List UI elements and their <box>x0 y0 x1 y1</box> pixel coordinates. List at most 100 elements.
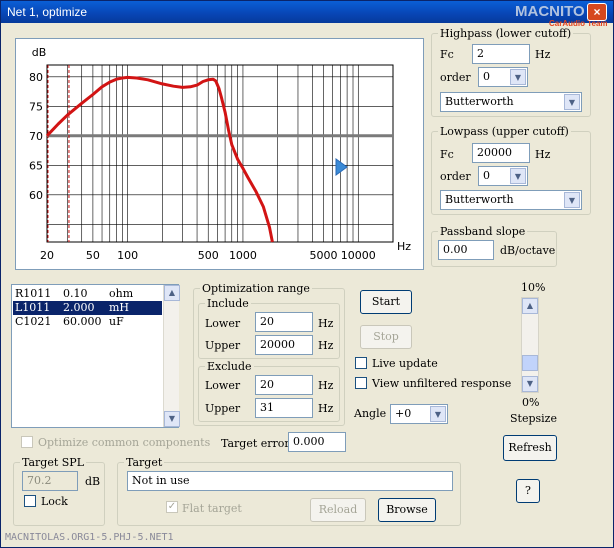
status-text: MACNITOLAS.ORG1-5.PHJ-5.NET1 <box>5 532 174 543</box>
lowpass-type-value: Butterworth <box>445 193 514 206</box>
exclude-lower-label: Lower <box>205 379 241 392</box>
stepsize-top-label: 10% <box>521 281 546 294</box>
x-axis-label: Hz <box>397 240 411 253</box>
browse-button[interactable]: Browse <box>378 498 436 522</box>
highpass-group: Highpass (lower cutoff) Fc 2 Hz order 0 ▼… <box>431 27 591 117</box>
passband-group: Passband slope 0.00 dB/octave <box>431 225 557 267</box>
live-update-label: Live update <box>372 357 438 370</box>
x-tick-label: 20 <box>40 249 54 262</box>
stepsize-bottom-label: 0% <box>522 396 540 409</box>
stepsize-scrollbar[interactable]: ▲ ▼ <box>521 297 539 393</box>
exclude-lower-input[interactable]: 20 <box>255 375 313 395</box>
live-update-checkbox[interactable] <box>355 357 367 369</box>
frequency-response-chart: 80 75 70 65 60 dB 20 50 100 500 1000 5000 10000 Hz <box>15 38 424 270</box>
target-file-input[interactable]: Not in use <box>127 471 453 491</box>
passband-unit: dB/octave <box>500 244 556 257</box>
list-scrollbar[interactable]: ▲ ▼ <box>163 285 180 427</box>
exclude-upper-input[interactable]: 31 <box>255 398 313 418</box>
include-group: Include Lower 20 Hz Upper 20000 Hz <box>198 297 340 359</box>
target-group: Target Not in use ✓ Flat target Reload B… <box>117 456 461 526</box>
include-lower-unit: Hz <box>318 317 334 330</box>
passband-title: Passband slope <box>438 225 528 238</box>
passband-slope-input[interactable]: 0.00 <box>438 240 494 260</box>
lowpass-order-label: order <box>440 170 471 183</box>
target-title: Target <box>124 456 165 469</box>
optimization-range-title: Optimization range <box>200 282 312 295</box>
x-tick-label: 100 <box>117 249 138 262</box>
target-error-input[interactable]: 0.000 <box>288 432 346 452</box>
y-tick-label: 70 <box>29 130 43 143</box>
highpass-type-value: Butterworth <box>445 95 514 108</box>
lowpass-fc-label: Fc <box>440 148 454 161</box>
exclude-lower-unit: Hz <box>318 379 334 392</box>
highpass-order-value: 0 <box>483 70 490 83</box>
close-icon[interactable]: × <box>587 3 607 21</box>
scroll-down-icon[interactable]: ▼ <box>522 376 538 392</box>
x-tick-label: 1000 <box>229 249 257 262</box>
view-unfiltered-label: View unfiltered response <box>372 377 512 390</box>
highpass-title: Highpass (lower cutoff) <box>438 27 574 40</box>
y-axis-label: dB <box>32 46 47 59</box>
highpass-order-select[interactable]: 0 ▼ <box>478 67 528 87</box>
chevron-down-icon[interactable]: ▼ <box>510 69 526 85</box>
flat-target-label: Flat target <box>182 502 242 515</box>
highpass-fc-input[interactable]: 2 <box>472 44 530 64</box>
chevron-down-icon[interactable]: ▼ <box>564 192 580 208</box>
highpass-fc-label: Fc <box>440 48 454 61</box>
stop-button[interactable]: Stop <box>360 325 412 349</box>
optimization-range-group: Optimization range Include Lower 20 Hz U… <box>193 282 345 426</box>
angle-label: Angle <box>354 407 387 420</box>
stepsize-label: Stepsize <box>510 412 557 425</box>
scroll-down-icon[interactable]: ▼ <box>164 411 180 427</box>
exclude-group: Exclude Lower 20 Hz Upper 31 Hz <box>198 360 340 422</box>
include-lower-input[interactable]: 20 <box>255 312 313 332</box>
angle-select[interactable]: +0 ▼ <box>390 404 448 424</box>
exclude-upper-label: Upper <box>205 402 241 415</box>
target-spl-unit: dB <box>85 475 101 488</box>
lowpass-fc-input[interactable]: 20000 <box>472 143 530 163</box>
include-lower-label: Lower <box>205 317 241 330</box>
watermark-logo: MACNITO <box>515 3 585 20</box>
chevron-down-icon[interactable]: ▼ <box>510 168 526 184</box>
target-spl-input[interactable]: 70.2 <box>22 471 78 491</box>
highpass-type-select[interactable]: Butterworth ▼ <box>440 92 582 112</box>
target-spl-group: Target SPL 70.2 dB Lock <box>13 456 105 526</box>
target-error-label: Target error <box>221 437 290 450</box>
lock-label: Lock <box>41 495 68 508</box>
scroll-up-icon[interactable]: ▲ <box>164 285 180 301</box>
help-button[interactable]: ? <box>516 479 540 503</box>
highpass-fc-unit: Hz <box>535 48 551 61</box>
lowpass-type-select[interactable]: Butterworth ▼ <box>440 190 582 210</box>
include-upper-label: Upper <box>205 339 241 352</box>
list-item[interactable]: R1011 0.10 ohm <box>13 287 162 301</box>
flat-target-checkbox[interactable]: ✓ <box>166 501 178 513</box>
view-unfiltered-checkbox[interactable] <box>355 377 367 389</box>
include-upper-input[interactable]: 20000 <box>255 335 313 355</box>
lowpass-order-select[interactable]: 0 ▼ <box>478 166 528 186</box>
lowpass-fc-unit: Hz <box>535 148 551 161</box>
scroll-up-icon[interactable]: ▲ <box>522 298 538 314</box>
y-tick-label: 75 <box>29 100 43 113</box>
y-tick-label: 65 <box>29 159 43 172</box>
exclude-title: Exclude <box>205 360 254 373</box>
angle-value: +0 <box>395 407 412 420</box>
lowpass-title: Lowpass (upper cutoff) <box>438 125 571 138</box>
y-tick-label: 60 <box>29 189 43 202</box>
optimize-common-checkbox[interactable] <box>21 436 33 448</box>
x-tick-label: 50 <box>86 249 100 262</box>
reload-button[interactable]: Reload <box>310 498 366 522</box>
list-item-selected[interactable]: L1011 2.000 mH <box>13 301 162 315</box>
start-button[interactable]: Start <box>360 290 412 314</box>
include-title: Include <box>205 297 251 310</box>
chevron-down-icon[interactable]: ▼ <box>430 406 446 422</box>
stepsize-thumb[interactable] <box>522 355 538 372</box>
components-list[interactable]: R1011 0.10 ohm L1011 2.000 mH C1021 60.000 uF … <box>11 284 180 428</box>
list-item[interactable]: C1021 60.000 uF <box>13 315 162 329</box>
refresh-button[interactable]: Refresh <box>503 435 557 461</box>
x-tick-label: 10000 <box>341 249 376 262</box>
window-title: Net 1, optimize <box>7 5 88 19</box>
lock-checkbox[interactable] <box>24 495 36 507</box>
lowpass-order-value: 0 <box>483 169 490 182</box>
chevron-down-icon[interactable]: ▼ <box>564 94 580 110</box>
optimize-common-label: Optimize common components <box>38 436 211 449</box>
